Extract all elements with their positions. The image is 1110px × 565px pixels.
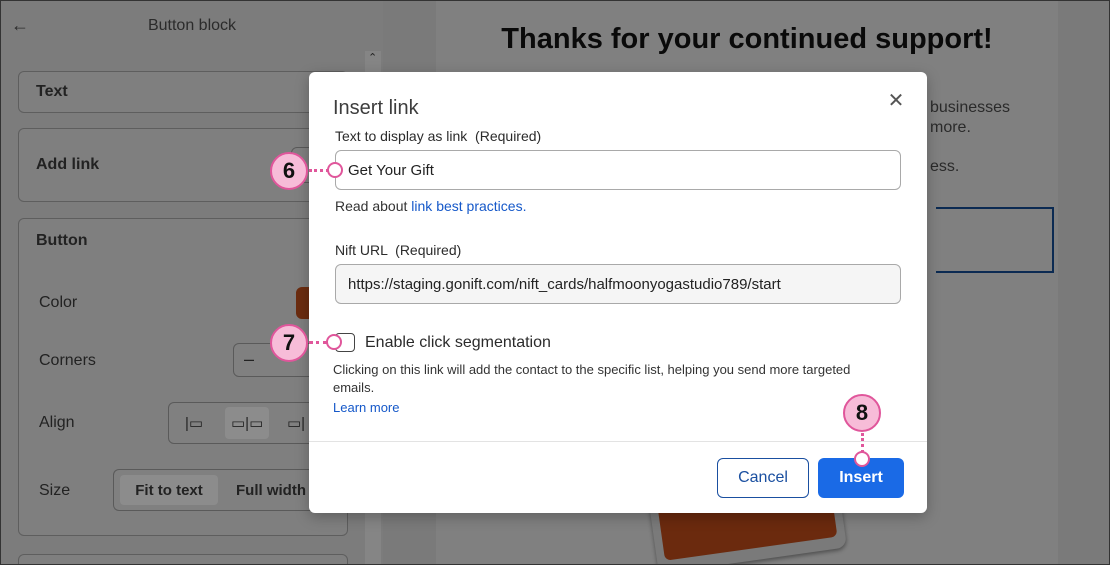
callout-connector bbox=[309, 341, 327, 344]
align-control[interactable]: |▭ ▭|▭ ▭| bbox=[168, 402, 332, 444]
panel-title: Button block bbox=[147, 17, 237, 34]
email-text-fragment: more. bbox=[930, 119, 971, 136]
text-section[interactable]: Text bbox=[18, 71, 348, 113]
color-label: Color bbox=[39, 294, 78, 311]
size-full-width-button[interactable]: Full width bbox=[236, 482, 306, 499]
dialog-divider bbox=[309, 441, 927, 442]
callout-connector bbox=[309, 169, 329, 172]
close-icon[interactable]: ✕ bbox=[885, 90, 907, 112]
size-fit-to-text-label: Fit to text bbox=[135, 482, 203, 499]
align-label: Align bbox=[39, 414, 75, 431]
click-segmentation-description: Clicking on this link will add the conta… bbox=[333, 362, 851, 395]
callout-target-dot bbox=[326, 334, 342, 350]
align-center-icon: ▭|▭ bbox=[231, 415, 264, 432]
email-heading[interactable]: Thanks for your continued support! bbox=[436, 23, 1058, 56]
insert-link-dialog: Insert link ✕ Text to display as link (R… bbox=[309, 72, 927, 513]
size-label: Size bbox=[39, 482, 71, 499]
app-window: ← Button block ⌃ Text Add link Button Co… bbox=[0, 0, 1110, 565]
email-text-fragment: ess. bbox=[930, 158, 960, 175]
cancel-button[interactable]: Cancel bbox=[717, 458, 809, 498]
callout-badge: 7 bbox=[270, 324, 308, 362]
callout-target-dot bbox=[854, 451, 870, 467]
align-right-icon[interactable]: ▭| bbox=[287, 414, 305, 432]
link-help-text: Read about link best practices. bbox=[335, 198, 526, 214]
learn-more-link[interactable]: Learn more bbox=[333, 400, 399, 415]
link-help-prefix: Read about bbox=[335, 198, 412, 214]
button-section-title: Button bbox=[36, 232, 88, 249]
next-section[interactable] bbox=[18, 554, 348, 564]
callout-target-dot bbox=[327, 162, 343, 178]
minus-icon[interactable]: – bbox=[244, 349, 254, 370]
panel-header: ← Button block bbox=[1, 1, 383, 51]
click-segmentation-label: Enable click segmentation bbox=[365, 334, 551, 351]
display-text-input[interactable] bbox=[335, 150, 901, 190]
size-fit-to-text-button[interactable]: Fit to text bbox=[120, 475, 218, 505]
selected-block-outline[interactable] bbox=[936, 207, 1054, 273]
align-center-button[interactable]: ▭|▭ bbox=[225, 407, 269, 439]
button-section: Button Color Corners – Align |▭ ▭|▭ ▭| S… bbox=[18, 218, 349, 536]
corners-label: Corners bbox=[39, 352, 96, 369]
callout-connector bbox=[861, 433, 864, 453]
chevron-up-icon[interactable]: ⌃ bbox=[368, 51, 377, 64]
display-text-label: Text to display as link (Required) bbox=[335, 128, 542, 144]
align-left-icon[interactable]: |▭ bbox=[185, 414, 203, 432]
link-best-practices-link[interactable]: link best practices. bbox=[411, 198, 526, 214]
email-text-fragment: businesses bbox=[930, 99, 1011, 116]
callout-badge: 8 bbox=[843, 394, 881, 432]
callout-badge: 6 bbox=[270, 152, 308, 190]
nift-url-input[interactable] bbox=[335, 264, 901, 304]
text-section-title: Text bbox=[36, 83, 68, 100]
add-link-title: Add link bbox=[36, 156, 100, 173]
url-label: Nift URL (Required) bbox=[335, 242, 462, 258]
dialog-title: Insert link bbox=[333, 97, 419, 119]
